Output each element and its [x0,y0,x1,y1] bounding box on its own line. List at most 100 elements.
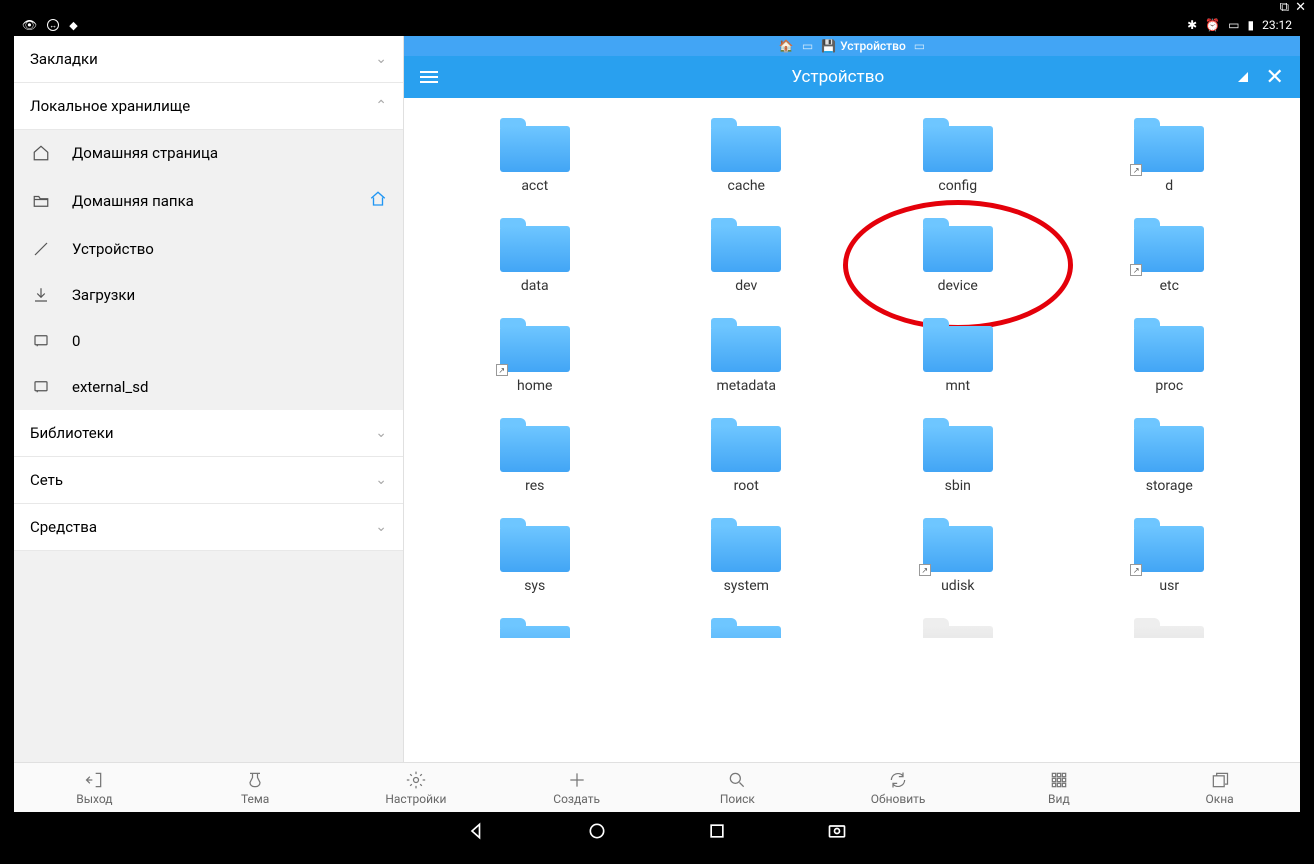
folder-proc[interactable]: proc [1069,318,1271,394]
folder-data[interactable]: data [434,218,636,294]
menu-icon[interactable] [420,71,438,83]
toolbar-view[interactable]: Вид [979,763,1140,812]
toolbar-windows[interactable]: Окна [1139,763,1300,812]
breadcrumb[interactable]: 🏠 ▭ 💾 Устройство ▭ [404,36,1300,56]
folder-res[interactable]: res [434,418,636,494]
breadcrumb-home-icon[interactable]: 🏠 [779,39,794,53]
sidebar-item-external-sd[interactable]: external_sd [14,364,403,410]
folder-icon [711,118,781,172]
folder-etc[interactable]: ↗etc [1069,218,1271,294]
folder-partial[interactable] [646,618,848,638]
folder-partial[interactable] [434,618,636,638]
folder-home[interactable]: ↗ home [434,318,636,394]
folder-label: config [938,178,977,194]
nav-back[interactable] [467,821,487,841]
sidebar-item-home-folder[interactable]: Домашняя папка [14,176,403,226]
chevron-down-icon: ⌄ [375,51,387,67]
sidebar: Закладки ⌄ Локальное хранилище ⌃ Домашня… [14,36,404,762]
folder-icon: ↗ [1134,518,1204,572]
folder-metadata[interactable]: metadata [646,318,848,394]
shortcut-badge-icon: ↗ [1130,264,1142,276]
folder-label: system [724,578,769,594]
section-bookmarks[interactable]: Закладки ⌄ [14,36,403,83]
folder-icon [500,418,570,472]
breadcrumb-sep: ▭ [914,39,925,53]
folder-label: data [521,278,549,294]
bluetooth-icon: ✱ [1187,18,1197,32]
nav-home[interactable] [587,821,607,841]
folder-label: sys [524,578,545,594]
folder-icon [923,118,993,172]
folder-label: res [525,478,544,494]
folder-acct[interactable]: acct [434,118,636,194]
sidebar-item-label: Домашняя страница [72,144,387,162]
toolbar-search[interactable]: Поиск [657,763,818,812]
folder-icon: ↗ [1134,118,1204,172]
nav-recent[interactable] [707,821,727,841]
folder-config[interactable]: config [857,118,1059,194]
section-label: Библиотеки [30,424,113,442]
folder-sbin[interactable]: sbin [857,418,1059,494]
folder-label: usr [1159,578,1179,594]
folder-system[interactable]: system [646,518,848,594]
folder-label: root [734,478,759,494]
sidebar-item-label: 0 [72,332,387,350]
chevron-up-icon: ⌃ [375,98,387,114]
sidebar-item-storage-0[interactable]: 0 [14,318,403,364]
section-libraries[interactable]: Библиотеки ⌄ [14,410,403,457]
shortcut-badge-icon: ↗ [496,364,508,376]
toolbar-theme[interactable]: Тема [175,763,336,812]
frame-close-icon[interactable]: ✕ [1295,0,1306,15]
breadcrumb-label: Устройство [840,39,906,53]
select-corner-icon[interactable] [1238,72,1248,82]
folder-icon [30,192,52,210]
folder-partial[interactable] [1069,618,1271,638]
folder-sys[interactable]: sys [434,518,636,594]
close-icon[interactable]: ✕ [1266,65,1284,90]
section-label: Сеть [30,471,63,489]
toolbar-settings[interactable]: Настройки [336,763,497,812]
folder-icon [500,218,570,272]
sidebar-item-home-page[interactable]: Домашняя страница [14,130,403,176]
chevron-down-icon: ⌄ [375,472,387,488]
folder-icon [500,118,570,172]
section-tools[interactable]: Средства ⌄ [14,504,403,551]
cast-icon: ▭ [1228,18,1239,32]
folder-udisk[interactable]: ↗udisk [857,518,1059,594]
folder-device[interactable]: device [857,218,1059,294]
section-network[interactable]: Сеть ⌄ [14,457,403,504]
folder-label: sbin [945,478,971,494]
folder-root[interactable]: root [646,418,848,494]
section-local-storage[interactable]: Локальное хранилище ⌃ [14,83,403,130]
home-indicator-icon [369,190,387,212]
toolbar-label: Тема [241,792,269,806]
shortcut-badge-icon: ↗ [919,564,931,576]
android-icon: ◆ [69,19,77,32]
folder-icon [923,218,993,272]
folder-icon [1134,418,1204,472]
toolbar-label: Окна [1206,792,1234,806]
folder-dev[interactable]: dev [646,218,848,294]
folder-usr[interactable]: ↗ usr [1069,518,1271,594]
folder-icon [711,418,781,472]
section-label: Средства [30,518,97,536]
sidebar-item-device[interactable]: Устройство [14,226,403,272]
folder-d[interactable]: ↗d [1069,118,1271,194]
popout-icon[interactable]: ⧉ [1280,0,1289,15]
folder-cache[interactable]: cache [646,118,848,194]
breadcrumb-current[interactable]: 💾 Устройство [821,39,906,53]
toolbar-refresh[interactable]: Обновить [818,763,979,812]
folder-mnt[interactable]: mnt [857,318,1059,394]
toolbar-exit[interactable]: Выход [14,763,175,812]
home-icon [30,144,52,162]
folder-storage[interactable]: storage [1069,418,1271,494]
folder-icon [711,318,781,372]
sidebar-item-downloads[interactable]: Загрузки [14,272,403,318]
shortcut-badge-icon: ↗ [1130,164,1142,176]
folder-icon [923,418,993,472]
toolbar-create[interactable]: Создать [496,763,657,812]
nav-screenshot[interactable] [827,821,847,841]
folder-label: home [517,378,552,394]
sidebar-item-label: Загрузки [72,286,387,304]
folder-partial[interactable] [857,618,1059,638]
